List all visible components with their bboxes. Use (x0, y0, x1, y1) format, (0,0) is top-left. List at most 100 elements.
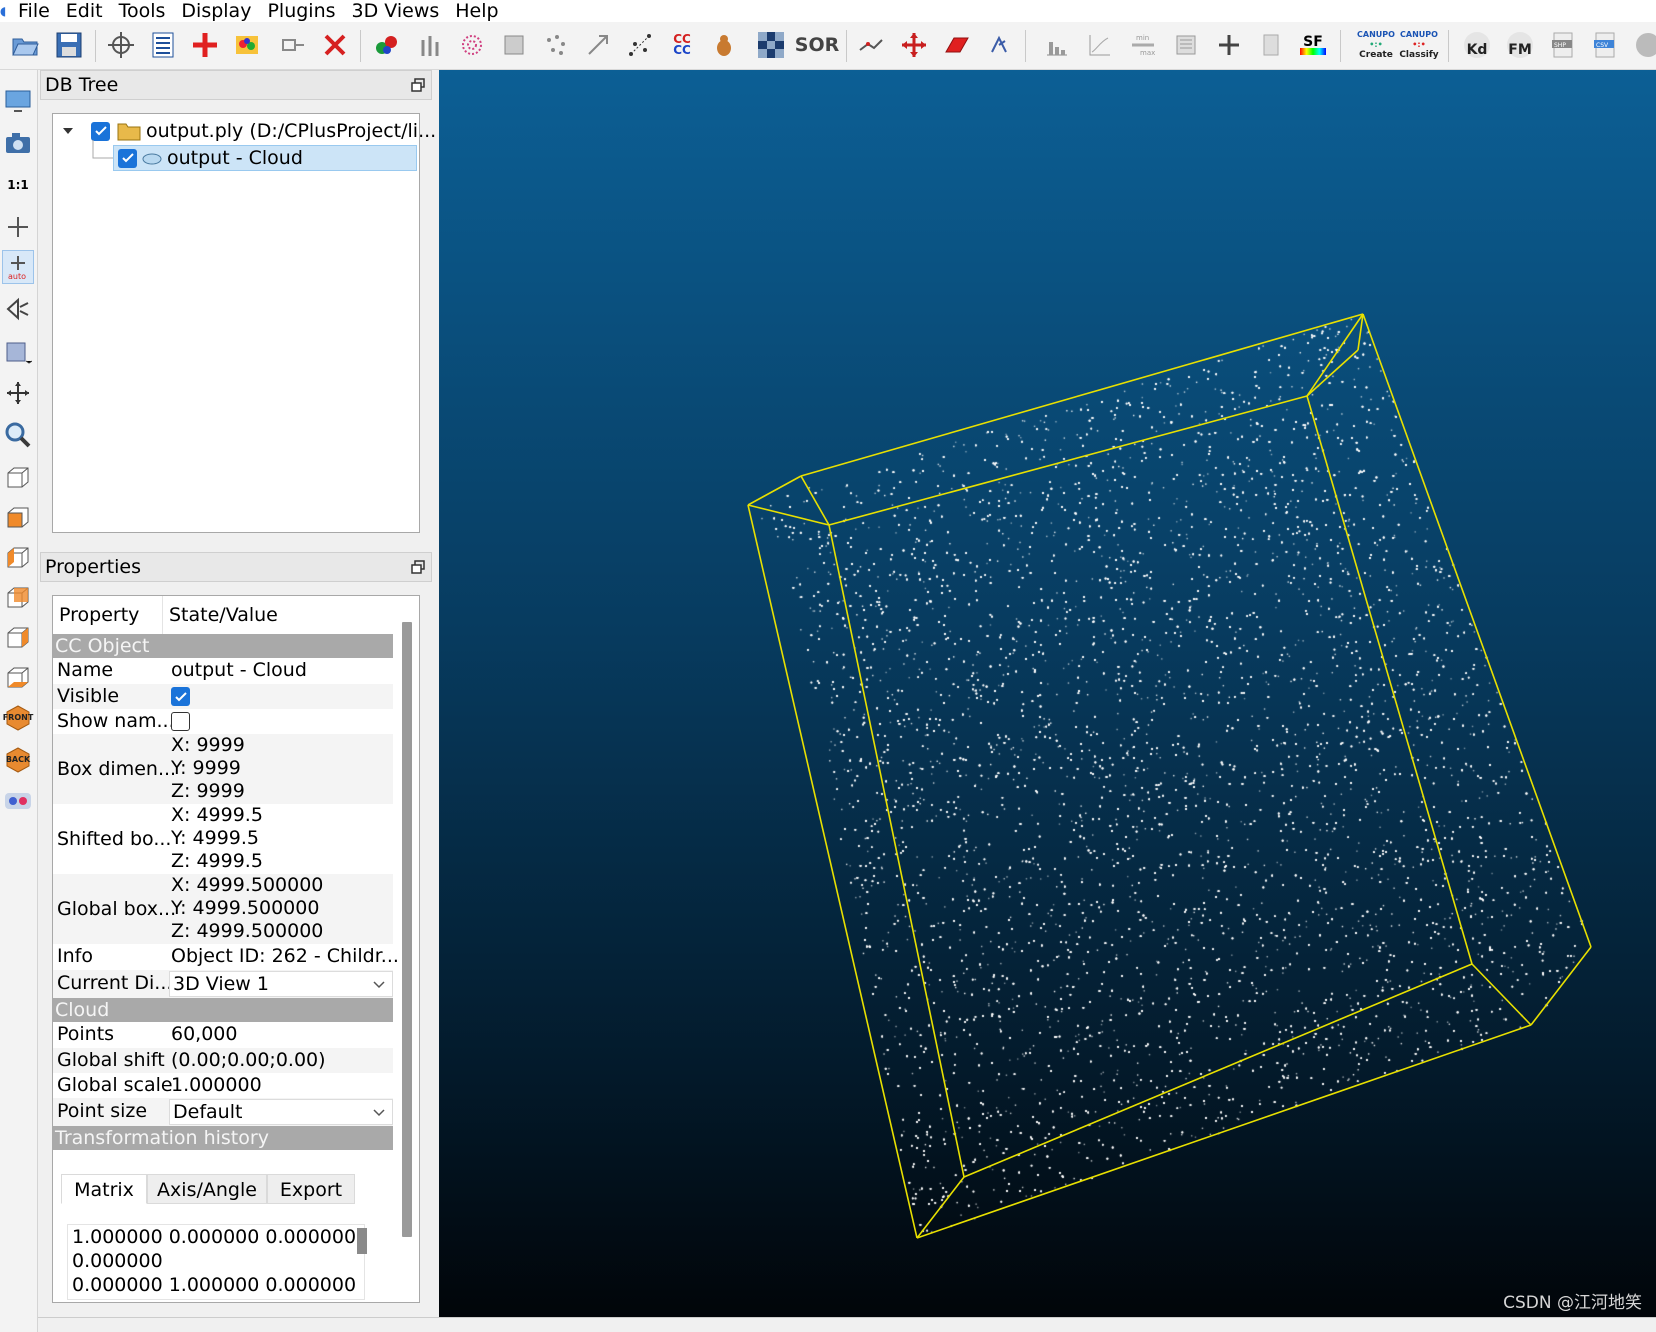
menu-3d-views[interactable]: 3D Views (344, 0, 448, 22)
prop-value-z: Z: 4999.5 (171, 850, 263, 872)
col-header-value[interactable]: State/Value (163, 596, 393, 634)
view-iso-back-icon[interactable]: BACK (2, 742, 34, 776)
prop-key: Global scale (57, 1074, 173, 1096)
prop-key: Show nam... (57, 710, 175, 732)
camera-icon[interactable] (2, 126, 34, 160)
bbox-edge (963, 963, 1473, 1178)
menu-help[interactable]: Help (447, 0, 506, 22)
prop-row-current-display: Current Di... 3D View 1 (53, 970, 393, 998)
tab-export[interactable]: Export (267, 1174, 355, 1204)
pivot-icon[interactable] (2, 210, 34, 244)
prop-key: Global shift (57, 1049, 165, 1071)
noise-filter-icon[interactable] (539, 28, 573, 62)
canupo-classify-icon[interactable]: CANUPO •:• Classify (1399, 28, 1438, 62)
view-right-icon[interactable] (2, 620, 34, 654)
matrix-text[interactable]: 1.000000 0.000000 0.000000 0.000000 0.00… (67, 1224, 365, 1300)
point-size-dropdown[interactable]: Default (169, 1099, 393, 1125)
prop-key: Current Di... (57, 972, 173, 994)
cloud-compare-icon[interactable]: CC CC (665, 28, 699, 62)
point-picking-icon[interactable] (982, 28, 1016, 62)
tree-item-output-ply[interactable]: output.ply (D:/CPlusProject/li... (61, 118, 436, 144)
kd-tree-icon[interactable]: Kd (1460, 28, 1494, 62)
min-max-icon[interactable]: min max (1126, 28, 1160, 62)
fullscreen-icon[interactable] (2, 84, 34, 118)
canupo-create-top: CANUPO (1357, 30, 1395, 39)
matrix-line: 1.000000 0.000000 0.000000 (72, 1226, 357, 1248)
view-top-icon[interactable] (2, 460, 34, 494)
merge-icon[interactable] (370, 28, 404, 62)
sample-points-icon[interactable] (455, 28, 489, 62)
col-header-property[interactable]: Property (53, 596, 163, 634)
3d-view[interactable]: CSDN @江河地笑 (439, 70, 1656, 1317)
prop-value[interactable]: output - Cloud (171, 659, 307, 681)
properties-scrollbar[interactable] (402, 622, 412, 1237)
menu-plugins[interactable]: Plugins (259, 0, 343, 22)
prop-row-info: Info Object ID: 262 - Childr... (53, 944, 399, 970)
histogram-icon[interactable] (1040, 28, 1074, 62)
sphere-icon[interactable] (1630, 28, 1656, 62)
pick-point-icon[interactable] (104, 28, 138, 62)
prop-key: Visible (57, 685, 120, 707)
stereo-mode-icon[interactable] (2, 784, 34, 818)
view-back-icon[interactable] (2, 580, 34, 614)
tree-item-output-cloud[interactable]: output - Cloud (113, 145, 417, 171)
matrix-scrollbar[interactable] (357, 1228, 367, 1254)
perspective-icon[interactable] (2, 292, 34, 326)
add-point-icon[interactable] (188, 28, 222, 62)
trace-polyline-icon[interactable] (854, 28, 888, 62)
current-display-dropdown[interactable]: 3D View 1 (169, 971, 393, 997)
sf-calculator-icon[interactable] (1254, 28, 1288, 62)
tab-matrix[interactable]: Matrix (61, 1174, 147, 1204)
cross-section-icon[interactable] (940, 28, 974, 62)
pear-icon[interactable] (707, 28, 741, 62)
view-toolbar: 1:1 auto FRONT BACK (0, 70, 38, 1332)
translate-rotate-icon[interactable] (897, 28, 931, 62)
point-pairs-icon[interactable] (623, 28, 657, 62)
fast-marching-icon[interactable]: FM (1503, 28, 1537, 62)
filter-sf-icon[interactable] (1169, 28, 1203, 62)
collapse-arrow-icon[interactable] (61, 124, 75, 138)
prop-key: Shifted bo... (57, 828, 172, 850)
zoom-one-to-one-icon[interactable]: 1:1 (2, 168, 34, 202)
db-tree-float-icon[interactable] (411, 78, 425, 92)
canupo-classify-dots: •:• (1412, 40, 1426, 49)
db-tree: output.ply (D:/CPlusProject/li... output… (52, 113, 436, 533)
menu-tools[interactable]: Tools (111, 0, 174, 22)
canupo-create-icon[interactable]: CANUPO •:• Create (1357, 28, 1395, 62)
bbox-edge (1471, 963, 1532, 1026)
lights-icon[interactable] (2, 334, 34, 368)
visible-checkbox[interactable] (171, 687, 190, 706)
sor-filter-icon[interactable]: SOR (795, 28, 839, 62)
view-bottom-icon[interactable] (2, 660, 34, 694)
menu-edit[interactable]: Edit (58, 0, 111, 22)
subsample-icon[interactable] (497, 28, 531, 62)
properties-float-icon[interactable] (411, 560, 425, 574)
delete-icon[interactable] (318, 28, 352, 62)
normals-icon[interactable] (413, 28, 447, 62)
checkbox-output-cloud[interactable] (118, 148, 137, 168)
menu-display[interactable]: Display (173, 0, 259, 22)
properties-list-icon[interactable] (146, 28, 180, 62)
tab-axis-angle[interactable]: Axis/Angle (147, 1174, 267, 1204)
view-left-icon[interactable] (2, 540, 34, 574)
checkerboard-icon[interactable] (754, 28, 788, 62)
save-icon[interactable] (52, 28, 86, 62)
checkbox-output-ply[interactable] (91, 121, 110, 141)
sf-rgb-icon[interactable]: SF (1296, 28, 1330, 62)
show-name-checkbox[interactable] (171, 712, 190, 731)
open-file-icon[interactable] (8, 28, 42, 62)
register-icon[interactable] (581, 28, 615, 62)
zoom-icon[interactable] (2, 418, 34, 452)
transform-tabs: Matrix Axis/Angle Export (61, 1174, 379, 1204)
auto-pivot-icon[interactable]: auto (2, 250, 34, 284)
colorize-icon[interactable] (230, 28, 264, 62)
segment-icon[interactable] (276, 28, 310, 62)
view-iso-front-icon[interactable]: FRONT (2, 700, 34, 734)
add-sf-icon[interactable] (1212, 28, 1246, 62)
view-front-cube-icon[interactable] (2, 500, 34, 534)
sf-gradient-icon[interactable] (1083, 28, 1117, 62)
menu-file[interactable]: File (10, 0, 58, 22)
csv-export-icon[interactable]: CSV (1588, 28, 1622, 62)
pan-icon[interactable] (2, 376, 34, 410)
shp-export-icon[interactable]: SHP (1546, 28, 1580, 62)
